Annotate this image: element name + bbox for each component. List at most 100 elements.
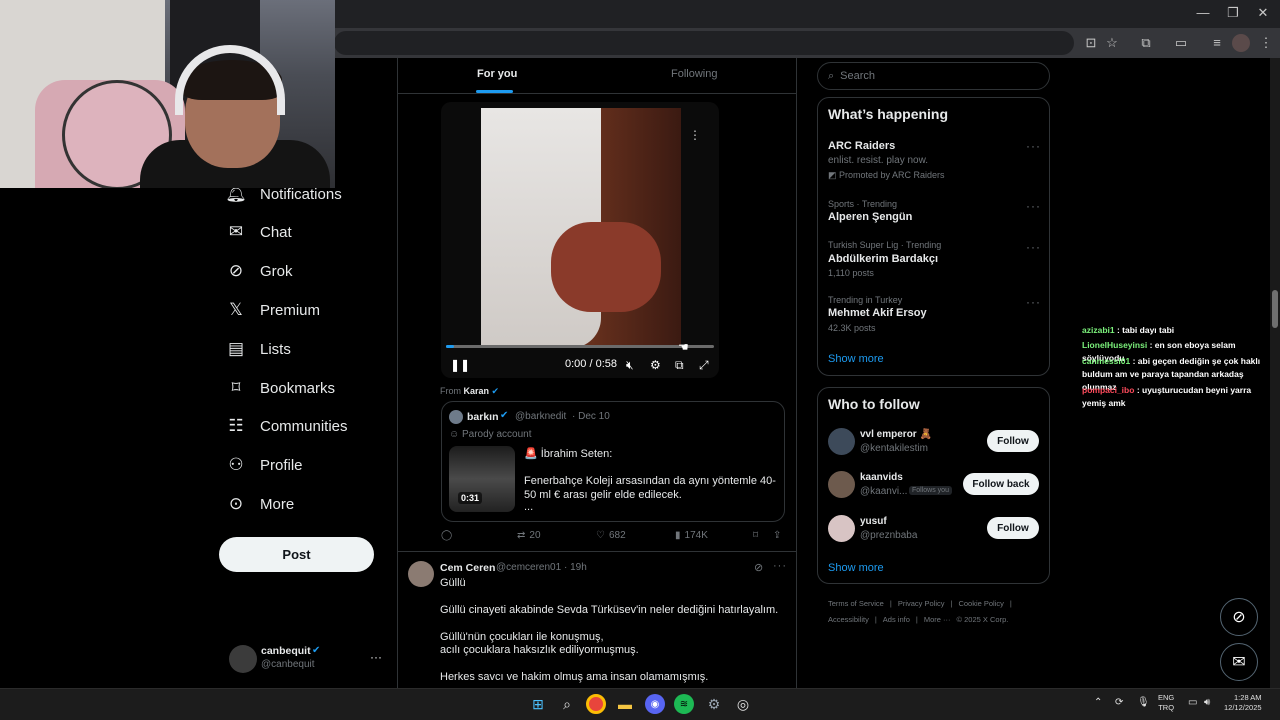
share-button[interactable]: ⇪ (773, 530, 781, 541)
discord-icon[interactable]: ◉ (645, 694, 665, 714)
footer-link[interactable]: Ads info (883, 615, 910, 624)
chat-user: azizabi1 (1082, 325, 1115, 335)
settings-icon[interactable]: ⚙ (650, 358, 661, 372)
video-more-icon[interactable]: ⋮ (689, 128, 701, 142)
who-to-follow-title: Who to follow (828, 396, 920, 412)
search-input[interactable]: ⌕ Search (817, 62, 1050, 90)
footer-link[interactable]: Terms of Service (828, 599, 884, 608)
nav-chat[interactable]: ✉ Chat (226, 214, 292, 250)
suggestion-avatar[interactable] (828, 428, 855, 455)
restore-icon[interactable]: ❐ (1218, 5, 1248, 21)
grok-fab[interactable]: ⊘ (1220, 598, 1258, 636)
quote-author-name[interactable]: barkın (467, 411, 499, 423)
picture-in-picture-icon[interactable]: ⧉ (675, 358, 684, 373)
suggestion-name[interactable]: yusuf (860, 516, 887, 527)
chat-message: pompaci_ibo : uyuşturucudan beyni yarra … (1082, 384, 1274, 410)
footer-link[interactable]: Accessibility (828, 615, 869, 624)
fullscreen-icon[interactable]: ⤢ (699, 358, 709, 373)
tab-for-you[interactable]: For you (477, 68, 517, 80)
tray-app-icon[interactable]: ⟳ (1115, 698, 1123, 708)
footer-link[interactable]: Privacy Policy (898, 599, 945, 608)
bookmark-button[interactable]: ⌑ (753, 530, 758, 541)
trend-more-icon[interactable]: ··· (1026, 199, 1041, 213)
tab-following[interactable]: Following (671, 68, 717, 80)
windows-start-icon[interactable]: ⊞ (528, 694, 548, 714)
search-icon[interactable]: ⌕ (557, 694, 577, 714)
trends-show-more-link[interactable]: Show more (828, 353, 884, 365)
nav-grok[interactable]: ⊘ Grok (226, 253, 293, 289)
pause-icon[interactable]: ❚❚ (450, 358, 470, 372)
follow-button[interactable]: Follow (987, 517, 1039, 539)
suggestion-avatar[interactable] (828, 515, 855, 542)
split-view-icon[interactable]: ▭ (1172, 34, 1190, 52)
trend-name[interactable]: Abdülkerim Bardakçı (828, 253, 938, 265)
follow-show-more-link[interactable]: Show more (828, 562, 884, 574)
tweet-author-avatar[interactable] (408, 561, 434, 587)
trend-more-icon[interactable]: ··· (1026, 139, 1041, 153)
address-bar[interactable] (334, 31, 1074, 55)
bookmark-star-icon[interactable]: ☆ (1103, 34, 1121, 52)
trend-name[interactable]: Alperen Şengün (828, 211, 912, 223)
follow-button[interactable]: Follow (987, 430, 1039, 452)
nav-bookmarks[interactable]: ⌑ Bookmarks (226, 370, 335, 406)
microphone-icon[interactable]: 🎙︎ (1137, 698, 1150, 708)
close-window-icon[interactable]: ✕ (1248, 5, 1278, 21)
nav-profile[interactable]: ⚇ Profile (226, 447, 302, 483)
mute-icon[interactable]: 🔇︎ (626, 358, 634, 373)
nav-communities[interactable]: ☷ Communities (226, 408, 347, 444)
file-explorer-icon[interactable]: ▬ (615, 694, 635, 714)
extensions-icon[interactable]: ⧉ (1137, 34, 1155, 52)
browser-menu-icon[interactable]: ⋮ (1257, 34, 1275, 52)
suggestion-name[interactable]: kaanvids (860, 472, 903, 483)
nav-lists[interactable]: ▤ Lists (226, 331, 291, 367)
obs-icon[interactable]: ◎ (733, 694, 753, 714)
nav-premium[interactable]: 𝕏 Premium (226, 292, 320, 328)
media-icon[interactable]: ≡ (1208, 34, 1226, 52)
video-progress-bar[interactable] (446, 345, 714, 348)
chrome-icon[interactable] (586, 694, 606, 714)
follow-back-button[interactable]: Follow back (963, 473, 1039, 495)
tweet-more-icon[interactable]: ··· (773, 560, 787, 572)
account-avatar[interactable] (229, 645, 257, 673)
from-name[interactable]: Karan (464, 386, 490, 396)
footer-link[interactable]: More ··· (924, 615, 951, 624)
scrollbar-thumb[interactable] (1272, 290, 1278, 328)
profile-avatar-icon[interactable] (1232, 34, 1250, 52)
messages-fab[interactable]: ✉ (1220, 643, 1258, 681)
account-name[interactable]: canbequit (261, 645, 311, 657)
post-button[interactable]: Post (219, 537, 374, 572)
promoted-icon: ◩ (828, 170, 837, 180)
account-more-icon[interactable]: ··· (370, 650, 382, 664)
language-indicator[interactable]: ENG TRQ (1158, 693, 1174, 713)
trend-more-icon[interactable]: ··· (1026, 295, 1041, 309)
nav-more[interactable]: ⊙ More (226, 486, 294, 522)
clock[interactable]: 1:28 AM 12/12/2025 (1224, 693, 1262, 713)
settings-icon[interactable]: ⚙ (704, 694, 724, 714)
share-icon: ⇪ (773, 530, 782, 541)
tray-chevron-icon[interactable]: ⌃ (1094, 698, 1102, 708)
tweet-divider (397, 551, 797, 552)
trend-more-icon[interactable]: ··· (1026, 240, 1041, 254)
chat-user: LionelHuseyinsi (1082, 340, 1148, 350)
minimize-icon[interactable]: — (1188, 5, 1218, 20)
spotify-icon[interactable]: ≋ (674, 694, 694, 714)
footer-link[interactable]: Cookie Policy (958, 599, 1003, 608)
tweet-author-name[interactable]: Cem Ceren (440, 562, 495, 574)
reply-button[interactable]: ◯ (441, 530, 452, 541)
timeline-tabs (397, 58, 797, 94)
video-player[interactable] (441, 102, 719, 378)
suggestion-avatar[interactable] (828, 471, 855, 498)
tweet-author-handle: @cemceren01 · 19h (496, 562, 587, 573)
suggestion-name[interactable]: vvl emperor 🧸 (860, 429, 932, 440)
views-button[interactable]: ▮ 174K (675, 530, 708, 541)
network-icon[interactable]: ▭ (1188, 698, 1197, 708)
like-button[interactable]: ♡ 682 (596, 530, 626, 541)
retweet-button[interactable]: ⇄ 20 (517, 530, 541, 541)
trend-name[interactable]: Mehmet Akif Ersoy (828, 307, 927, 319)
grok-icon[interactable]: ⊘ (754, 561, 763, 574)
trend-name[interactable]: ARC Raiders (828, 140, 895, 152)
page-scrollbar[interactable] (1270, 58, 1280, 688)
follows-you-badge: Follows you (909, 486, 952, 495)
volume-icon[interactable]: 🔊︎ (1204, 698, 1210, 708)
install-app-icon[interactable]: ⊡ (1082, 34, 1100, 52)
